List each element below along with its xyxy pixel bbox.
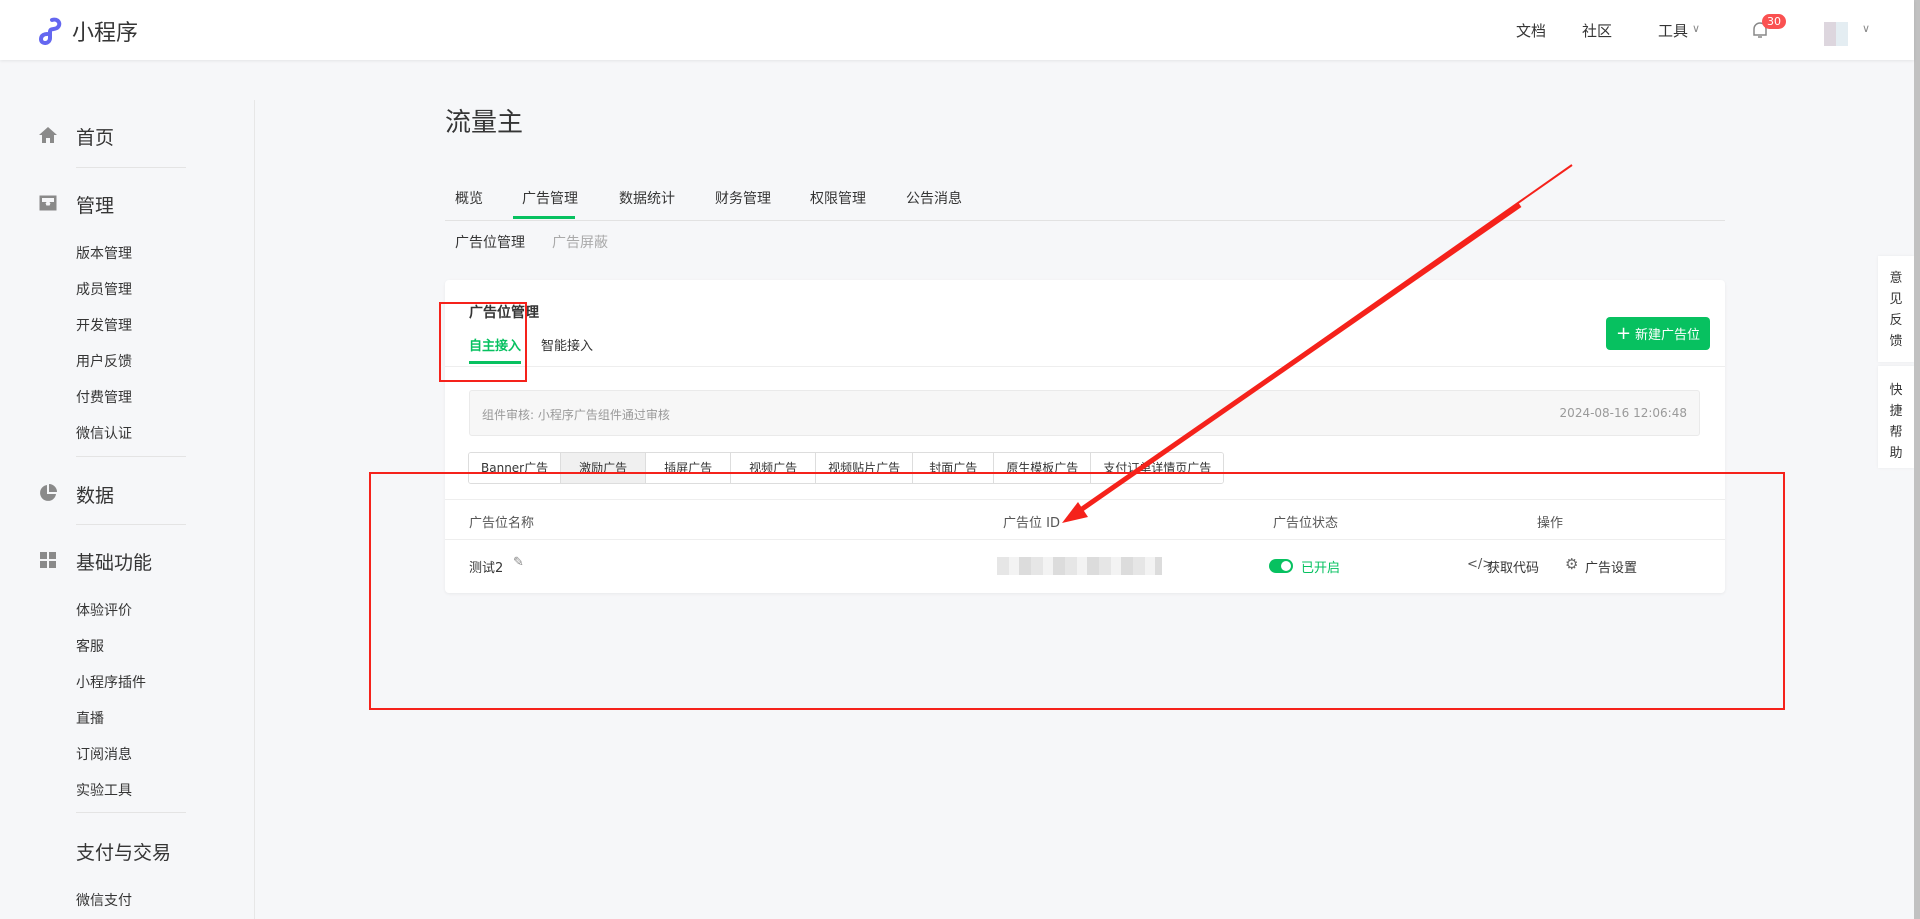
tab-smart-access[interactable]: 智能接入: [541, 335, 593, 354]
tab-overview[interactable]: 概览: [455, 188, 483, 208]
table-header: 广告位名称 广告位 ID 广告位状态 操作: [445, 499, 1725, 540]
ad-slot-card: 广告位管理 自主接入 智能接入 + 新建广告位 组件审核: 小程序广告组件通过审核…: [445, 280, 1725, 593]
sidebar-item-version[interactable]: 版本管理: [76, 243, 132, 263]
get-code-link[interactable]: 获取代码: [1487, 557, 1539, 576]
notice-text: 组件审核: 小程序广告组件通过审核: [482, 408, 670, 422]
ad-type-native-template[interactable]: 原生模板广告: [994, 453, 1092, 483]
sidebar-item-members[interactable]: 成员管理: [76, 279, 132, 299]
subtab-slot-manage[interactable]: 广告位管理: [455, 232, 525, 252]
slot-id-redacted: [997, 557, 1162, 575]
feedback-tab[interactable]: 意 见 反 馈: [1878, 256, 1914, 362]
card-title: 广告位管理: [469, 305, 539, 321]
divider: [76, 524, 186, 525]
col-name: 广告位名称: [469, 516, 535, 531]
tab-finance[interactable]: 财务管理: [715, 188, 771, 208]
sidebar-item-wechat-auth[interactable]: 微信认证: [76, 423, 132, 443]
sidebar-item-manage[interactable]: 管理: [76, 191, 114, 218]
ad-settings-link[interactable]: 广告设置: [1585, 557, 1637, 576]
nav-tools[interactable]: 工具: [1658, 20, 1688, 41]
ad-type-cover[interactable]: 封面广告: [913, 453, 995, 483]
nav-docs[interactable]: 文档: [1516, 20, 1546, 41]
quick-help-tab[interactable]: 快 捷 帮 助: [1878, 366, 1914, 468]
sidebar-item-home[interactable]: 首页: [76, 123, 114, 150]
chevron-down-icon: ∨: [1692, 22, 1701, 35]
page-title: 流量主: [445, 108, 524, 138]
tab-self-access[interactable]: 自主接入: [469, 335, 521, 354]
tab-permission[interactable]: 权限管理: [810, 188, 866, 208]
app-name: 小程序: [72, 21, 139, 46]
sidebar-item-subscribe[interactable]: 订阅消息: [76, 744, 132, 764]
sidebar-item-plugin[interactable]: 小程序插件: [76, 672, 146, 692]
status-text: 已开启: [1301, 561, 1341, 576]
sidebar-item-lab[interactable]: 实验工具: [76, 780, 132, 800]
slot-name: 测试2: [469, 561, 504, 576]
edit-pencil-icon[interactable]: ✎: [513, 555, 524, 570]
nav-community[interactable]: 社区: [1582, 20, 1612, 41]
ad-type-rewarded[interactable]: 激励广告: [561, 453, 647, 483]
sidebar-item-wechat-pay[interactable]: 微信支付: [76, 890, 132, 910]
ad-type-interstitial[interactable]: 插屏广告: [646, 453, 732, 483]
table-row: 测试2 ✎ 已开启 </> 获取代码 ⚙ 广告设置: [445, 540, 1725, 593]
sidebar-item-data[interactable]: 数据: [76, 481, 114, 508]
pie-chart-icon: [40, 484, 57, 501]
sidebar-item-pay[interactable]: 支付与交易: [76, 838, 171, 865]
active-tab-indicator: [513, 216, 575, 219]
sidebar-item-live[interactable]: 直播: [76, 708, 104, 728]
notice-time: 2024-08-16 12:06:48: [1559, 406, 1687, 420]
plus-icon: +: [1615, 323, 1632, 344]
ad-type-video[interactable]: 视频广告: [731, 453, 817, 483]
status-toggle[interactable]: [1269, 559, 1293, 573]
main-tabs: 概览 广告管理 数据统计 财务管理 权限管理 公告消息: [445, 178, 1725, 221]
ad-type-banner[interactable]: Banner广告: [469, 453, 562, 483]
miniprogram-logo-icon: [38, 17, 62, 45]
grid-icon: [40, 552, 56, 568]
divider: [76, 812, 186, 813]
ad-type-video-patch[interactable]: 视频贴片广告: [816, 453, 914, 483]
notification-badge: 30: [1762, 14, 1786, 29]
tab-statistics[interactable]: 数据统计: [619, 188, 675, 208]
sidebar-item-feedback[interactable]: 用户反馈: [76, 351, 132, 371]
tab-ad-manage[interactable]: 广告管理: [522, 188, 578, 208]
chevron-down-icon[interactable]: ∨: [1862, 22, 1870, 35]
home-icon: [39, 127, 57, 143]
avatar[interactable]: [1824, 22, 1848, 46]
ad-type-order-detail[interactable]: 支付订单详情页广告: [1091, 453, 1224, 483]
scrollbar[interactable]: [1914, 0, 1920, 919]
ad-type-selector: Banner广告 激励广告 插屏广告 视频广告 视频贴片广告 封面广告 原生模板…: [468, 452, 1225, 484]
sidebar-item-service[interactable]: 客服: [76, 636, 104, 656]
top-header: 小程序 文档 社区 工具 ∨ 30 ∨: [0, 0, 1914, 60]
subtab-ad-block[interactable]: 广告屏蔽: [552, 232, 608, 252]
divider: [76, 456, 186, 457]
col-id: 广告位 ID: [1003, 516, 1060, 531]
col-actions: 操作: [1537, 516, 1564, 531]
new-ad-slot-button[interactable]: + 新建广告位: [1606, 317, 1710, 350]
sidebar-item-paid[interactable]: 付费管理: [76, 387, 132, 407]
new-ad-slot-label: 新建广告位: [1635, 328, 1701, 343]
sidebar: 首页 管理 版本管理 成员管理 开发管理 用户反馈 付费管理 微信认证 数据 基…: [0, 100, 255, 919]
sidebar-item-basic[interactable]: 基础功能: [76, 548, 152, 575]
active-tab-indicator: [469, 361, 521, 364]
inbox-icon: [39, 195, 57, 211]
divider: [76, 167, 186, 168]
sidebar-item-dev[interactable]: 开发管理: [76, 315, 132, 335]
notice-bar: 组件审核: 小程序广告组件通过审核 2024-08-16 12:06:48: [469, 390, 1700, 436]
divider: [445, 366, 1725, 367]
col-status: 广告位状态: [1273, 516, 1339, 531]
logo[interactable]: 小程序: [38, 15, 138, 47]
tab-announcement[interactable]: 公告消息: [906, 188, 962, 208]
gear-icon: ⚙: [1565, 555, 1579, 573]
sidebar-item-experience[interactable]: 体验评价: [76, 600, 132, 620]
